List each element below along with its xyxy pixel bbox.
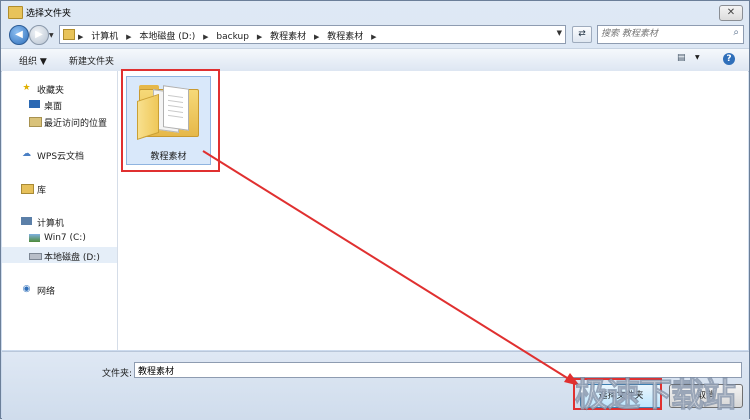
- desktop-icon: [29, 100, 40, 108]
- breadcrumb: ▶ 计算机 ▶ 本地磁盘 (D:) ▶ backup ▶ 教程素材 ▶ 教程素材…: [78, 29, 382, 42]
- sidebar-item-favorites[interactable]: ★ 收藏夹: [2, 80, 117, 96]
- drive-c-icon: [29, 234, 40, 242]
- breadcrumb-item-computer[interactable]: 计算机: [91, 29, 118, 42]
- computer-icon: [21, 217, 32, 225]
- arrow-right-icon: ▶: [35, 29, 43, 40]
- close-button[interactable]: ✕: [719, 5, 743, 21]
- address-bar[interactable]: ▶ 计算机 ▶ 本地磁盘 (D:) ▶ backup ▶ 教程素材 ▶ 教程素材…: [59, 25, 566, 44]
- watermark-logo: 极速下载站: [575, 368, 735, 416]
- sidebar-item-label: 库: [37, 183, 46, 196]
- sidebar-item-label: 最近访问的位置: [44, 116, 107, 129]
- breadcrumb-separator-icon[interactable]: ▶: [257, 33, 262, 41]
- view-dropdown-icon[interactable]: ▼: [695, 54, 700, 61]
- address-dropdown-icon[interactable]: ▼: [557, 29, 562, 37]
- sidebar-item-computer[interactable]: 计算机: [2, 213, 117, 229]
- sidebar-item-drive-c[interactable]: Win7 (C:): [2, 230, 117, 246]
- window-title: 选择文件夹: [26, 6, 71, 19]
- breadcrumb-item-tutorial-sub[interactable]: 教程素材: [327, 29, 363, 42]
- sidebar-item-recent[interactable]: 最近访问的位置: [2, 113, 117, 129]
- close-icon: ✕: [727, 7, 735, 18]
- history-dropdown-icon[interactable]: ▼: [49, 32, 54, 39]
- organize-button[interactable]: 组织 ▼: [19, 54, 47, 67]
- breadcrumb-separator-icon[interactable]: ▶: [203, 33, 208, 41]
- search-input[interactable]: [601, 27, 721, 40]
- sidebar-item-label: 桌面: [44, 99, 62, 112]
- sidebar-item-library[interactable]: 库: [2, 180, 117, 196]
- sidebar-item-label: 计算机: [37, 216, 64, 229]
- refresh-button[interactable]: ⇄: [572, 26, 592, 43]
- command-toolbar: 组织 ▼ 新建文件夹 ▤ ▼ ?: [1, 48, 749, 72]
- cloud-icon: ☁: [21, 149, 32, 159]
- star-icon: ★: [21, 83, 32, 93]
- arrow-left-icon: ◀: [15, 29, 23, 40]
- forward-button[interactable]: ▶: [29, 25, 49, 45]
- folder-icon: [63, 29, 75, 40]
- sidebar-item-desktop[interactable]: 桌面: [2, 96, 117, 112]
- back-button[interactable]: ◀: [9, 25, 29, 45]
- folder-field-label: 文件夹:: [102, 366, 132, 379]
- breadcrumb-separator-icon[interactable]: ▶: [371, 33, 376, 41]
- sidebar-item-label: 收藏夹: [37, 83, 64, 96]
- search-icon[interactable]: ⌕: [733, 27, 739, 38]
- highlight-box-folder: [121, 69, 220, 172]
- sidebar-item-drive-d[interactable]: 本地磁盘 (D:): [2, 247, 117, 263]
- breadcrumb-separator-icon[interactable]: ▶: [126, 33, 131, 41]
- breadcrumb-separator-icon[interactable]: ▶: [314, 33, 319, 41]
- network-icon: ◉: [21, 284, 32, 294]
- sidebar-item-network[interactable]: ◉ 网络: [2, 281, 117, 297]
- sidebar-item-label: 网络: [37, 284, 55, 297]
- new-folder-button[interactable]: 新建文件夹: [69, 54, 114, 67]
- library-icon: [21, 184, 34, 194]
- title-bar: 选择文件夹 ✕: [1, 1, 749, 23]
- dialog-window: 选择文件夹 ✕ ◀ ▶ ▼ ▶ 计算机 ▶ 本地磁盘 (D:) ▶ backup…: [0, 0, 750, 419]
- help-icon[interactable]: ?: [723, 53, 735, 65]
- drive-d-icon: [29, 253, 42, 260]
- breadcrumb-separator-icon[interactable]: ▶: [78, 33, 83, 41]
- navigation-pane: ★ 收藏夹 桌面 最近访问的位置 ☁ WPS云文档 库 计算机 Win7 (C:…: [2, 71, 118, 350]
- recent-icon: [29, 117, 42, 127]
- breadcrumb-item-tutorial[interactable]: 教程素材: [270, 29, 306, 42]
- breadcrumb-item-backup[interactable]: backup: [216, 32, 249, 42]
- sidebar-item-label: WPS云文档: [37, 149, 84, 162]
- sidebar-item-label: 本地磁盘 (D:): [44, 250, 100, 263]
- folder-icon: [8, 6, 23, 19]
- view-menu-icon[interactable]: ▤: [677, 53, 693, 65]
- search-box[interactable]: ⌕: [597, 25, 744, 44]
- breadcrumb-item-drive-d[interactable]: 本地磁盘 (D:): [139, 29, 195, 42]
- sidebar-item-label: Win7 (C:): [44, 233, 86, 243]
- refresh-icon: ⇄: [578, 29, 586, 39]
- sidebar-item-wps-cloud[interactable]: ☁ WPS云文档: [2, 146, 117, 162]
- navigation-bar: ◀ ▶ ▼ ▶ 计算机 ▶ 本地磁盘 (D:) ▶ backup ▶ 教程素材 …: [1, 23, 749, 45]
